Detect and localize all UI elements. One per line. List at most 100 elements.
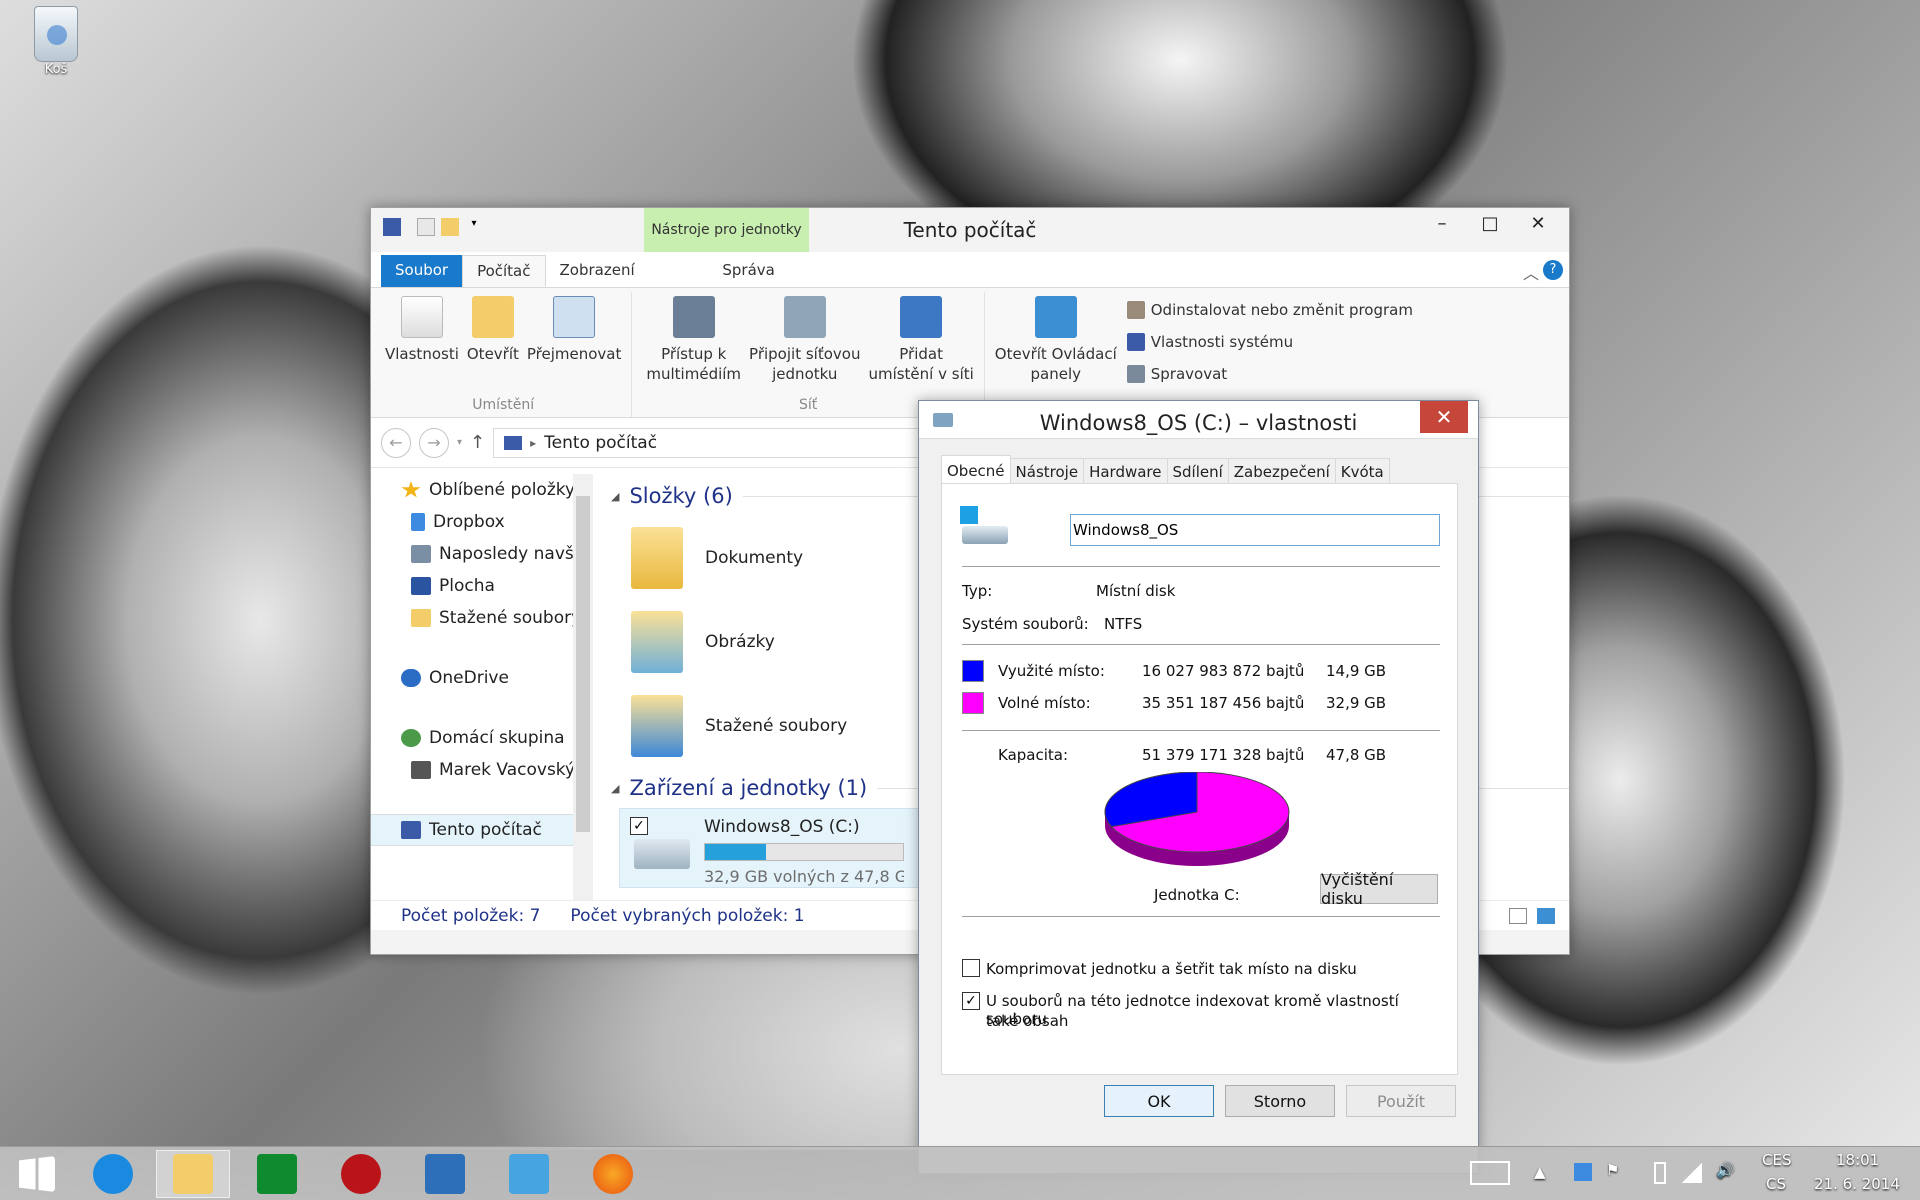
nav-downloads[interactable]: Stažené soubory	[371, 602, 593, 634]
used-color-swatch	[962, 660, 984, 682]
close-button[interactable]: ✕	[1515, 208, 1561, 238]
properties-dialog: Windows8_OS (C:) – vlastnosti ✕ Obecné N…	[918, 400, 1479, 1174]
nav-recent[interactable]: Naposledy navštív	[371, 538, 593, 570]
recycle-bin-icon[interactable]: Koš	[24, 6, 88, 77]
manage-link[interactable]: Spravovat	[1126, 358, 1413, 390]
star-icon	[401, 481, 421, 498]
firefox-button[interactable]	[576, 1150, 650, 1198]
file-explorer-button[interactable]	[156, 1150, 230, 1198]
address-text: Tento počítač	[544, 432, 658, 453]
nav-user[interactable]: Marek Vacovský	[371, 754, 593, 786]
nav-scrollbar[interactable]	[573, 474, 593, 900]
show-hidden-icons[interactable]: ▲	[1534, 1163, 1546, 1181]
language-primary[interactable]: CES	[1762, 1151, 1791, 1169]
compress-label: Komprimovat jednotku a šetřit tak místo …	[986, 960, 1357, 978]
dropbox-icon	[411, 513, 425, 531]
dialog-close-button[interactable]: ✕	[1420, 401, 1468, 433]
tab-quota[interactable]: Kvóta	[1334, 458, 1390, 484]
volume-icon[interactable]: 🔊	[1716, 1161, 1735, 1179]
tab-view[interactable]: Zobrazení	[546, 255, 649, 287]
dropbox-tray-icon[interactable]	[1574, 1163, 1592, 1181]
shopping-app-button[interactable]	[492, 1150, 566, 1198]
tab-file[interactable]: Soubor	[381, 255, 463, 287]
nav-homegroup[interactable]: Domácí skupina	[371, 722, 593, 754]
drive-checkbox[interactable]: ✓	[630, 817, 648, 835]
properties-button[interactable]: Vlastnosti	[381, 292, 463, 393]
volume-name-input[interactable]	[1070, 514, 1440, 546]
tab-sharing[interactable]: Sdílení	[1166, 458, 1229, 484]
tab-computer[interactable]: Počítač	[462, 255, 546, 287]
group-label-location: Umístění	[472, 397, 535, 413]
maximize-button[interactable]: □	[1467, 208, 1513, 238]
nav-onedrive[interactable]: OneDrive	[371, 662, 593, 694]
compress-checkbox[interactable]	[962, 959, 980, 977]
drive-item[interactable]: ✓ Windows8_OS (C:) 32,9 GB volných z 47,…	[619, 808, 919, 888]
nav-this-pc[interactable]: Tento počítač	[371, 814, 593, 846]
nav-favorites[interactable]: Oblíbené položky	[371, 474, 593, 506]
tab-hardware[interactable]: Hardware	[1083, 458, 1168, 484]
control-panel-icon	[1034, 296, 1077, 338]
forward-button[interactable]: →	[419, 427, 449, 458]
dialog-title-bar[interactable]: Windows8_OS (C:) – vlastnosti ✕	[919, 401, 1478, 439]
tab-tools[interactable]: Nástroje	[1009, 458, 1085, 484]
store-button[interactable]	[240, 1150, 314, 1198]
ribbon-group-network: Přístup k multimédiím Připojit síťovou jed…	[632, 292, 985, 417]
touch-keyboard-icon[interactable]	[1470, 1161, 1510, 1185]
windows-drive-icon	[634, 839, 690, 869]
network-drive-icon	[783, 296, 826, 338]
large-icons-view-icon[interactable]	[1537, 907, 1555, 924]
clock-time[interactable]: 18:01	[1836, 1151, 1879, 1169]
battery-icon[interactable]	[1654, 1162, 1666, 1184]
apply-button[interactable]: Použít	[1346, 1085, 1456, 1117]
fs-value: NTFS	[1104, 615, 1143, 633]
downloads-folder-icon	[631, 695, 683, 757]
capacity-label: Kapacita:	[998, 746, 1069, 764]
network-signal-icon[interactable]	[1682, 1163, 1702, 1183]
recent-locations-icon[interactable]: ▾	[457, 437, 462, 448]
item-count: Počet položek: 7	[401, 905, 541, 926]
back-button[interactable]: ←	[381, 427, 411, 458]
lenovo-button[interactable]	[408, 1150, 482, 1198]
nav-dropbox[interactable]: Dropbox	[371, 506, 593, 538]
index-checkbox[interactable]: ✓	[962, 992, 980, 1010]
start-button[interactable]	[0, 1150, 74, 1198]
chevron-right-icon: ▸	[530, 435, 537, 450]
open-button[interactable]: Otevřít	[463, 292, 523, 393]
disk-cleanup-button[interactable]: Vyčištění disku	[1320, 870, 1438, 908]
computer-icon	[401, 821, 421, 839]
rename-button[interactable]: Přejmenovat	[523, 292, 626, 393]
fs-label: Systém souborů:	[962, 615, 1089, 633]
tab-general[interactable]: Obecné	[941, 455, 1011, 484]
ok-button[interactable]: OK	[1104, 1085, 1214, 1117]
drive-free-text: 32,9 GB volných z 47,8 GB	[704, 867, 904, 886]
help-icon[interactable]: ?	[1543, 260, 1563, 280]
map-network-drive-button[interactable]: Připojit síťovou jednotku	[745, 292, 864, 393]
control-panel-button[interactable]: Otevřít Ovládací panely	[991, 292, 1121, 393]
clock-date[interactable]: 21. 6. 2014	[1814, 1175, 1900, 1193]
used-gb: 14,9 GB	[1326, 662, 1387, 680]
capacity-bytes: 51 379 171 328 bajtů	[1142, 746, 1305, 764]
flag-icon[interactable]: ⚑	[1606, 1161, 1619, 1179]
window-title: Tento počítač	[903, 218, 1037, 242]
cancel-button[interactable]: Storno	[1225, 1085, 1335, 1117]
minimize-button[interactable]: –	[1419, 208, 1465, 238]
add-network-location-button[interactable]: Přidat umístění v síti	[864, 292, 977, 393]
language-secondary[interactable]: CS	[1766, 1175, 1786, 1193]
uninstall-program-link[interactable]: Odinstalovat nebo změnit program	[1126, 294, 1413, 326]
network-location-icon	[900, 296, 943, 338]
acrobat-button[interactable]	[324, 1150, 398, 1198]
up-button[interactable]: ↑	[470, 432, 485, 453]
pictures-folder-icon	[631, 611, 683, 673]
cloud-icon	[401, 669, 421, 687]
tab-manage[interactable]: Správa	[679, 255, 819, 287]
nav-desktop[interactable]: Plocha	[371, 570, 593, 602]
tab-security[interactable]: Zabezpečení	[1227, 458, 1336, 484]
collapse-ribbon-icon[interactable]: ︿	[1523, 260, 1539, 284]
internet-explorer-icon	[93, 1154, 133, 1194]
system-properties-link[interactable]: Vlastnosti systému	[1126, 326, 1413, 358]
internet-explorer-button[interactable]	[76, 1150, 150, 1198]
media-access-button[interactable]: Přístup k multimédiím	[642, 292, 745, 393]
windows-drive-icon	[960, 506, 1008, 546]
title-bar[interactable]: ▾ Nástroje pro jednotky Tento počítač – …	[371, 208, 1569, 252]
details-view-icon[interactable]	[1509, 907, 1527, 924]
